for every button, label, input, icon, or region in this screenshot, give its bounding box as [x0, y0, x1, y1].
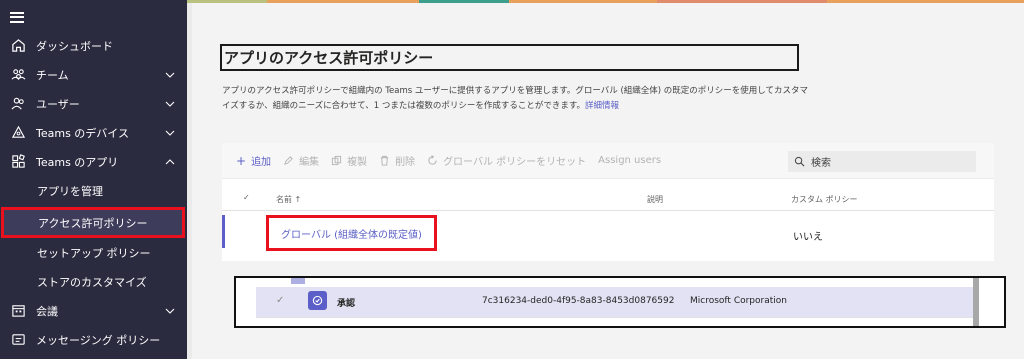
edit-button[interactable]: 編集 — [283, 153, 319, 168]
add-button[interactable]: + 追加 — [236, 153, 272, 169]
policy-name-highlight: グローバル (組織全体の既定値) — [266, 215, 437, 251]
select-all-check[interactable]: ✓ — [243, 193, 250, 202]
sidebar: ダッシュボード チーム ユーザー Teams のデバイス Teams のアプリ … — [0, 0, 187, 359]
sidebar-item-setup-policies[interactable]: セットアップ ポリシー — [0, 238, 187, 267]
description-text: アプリのアクセス許可ポリシーで組織内の Teams ユーザーに提供するアプリを管… — [222, 86, 809, 111]
learn-more-link[interactable]: 詳細情報 — [585, 101, 619, 111]
reset-global-button[interactable]: グローバル ポリシーをリセット — [427, 153, 586, 168]
chevron-down-icon — [165, 72, 175, 78]
calendar-icon — [10, 303, 26, 319]
assign-users-button[interactable]: Assign users — [598, 155, 661, 166]
sidebar-item-teams-apps[interactable]: Teams のアプリ — [0, 147, 187, 176]
policies-card: + 追加 編集 複製 削除 グローバル ポリシーをリセット Assign use… — [222, 143, 994, 261]
chevron-down-icon — [165, 308, 175, 314]
search-input[interactable]: 検索 — [788, 151, 976, 172]
sidebar-item-teams[interactable]: チーム — [0, 60, 187, 89]
duplicate-button[interactable]: 複製 — [331, 153, 367, 168]
sidebar-item-label: ストアのカスタマイズ — [37, 275, 147, 289]
table-header: ✓ 名前 ↑ 説明 カスタム ポリシー — [222, 189, 994, 211]
duplicate-label: 複製 — [347, 157, 368, 168]
copy-icon — [331, 155, 342, 166]
policy-name-link[interactable]: グローバル (組織全体の既定値) — [281, 226, 422, 241]
trash-icon — [380, 155, 389, 166]
plus-icon: + — [236, 153, 247, 168]
sidebar-item-label: Teams のデバイス — [36, 126, 129, 140]
chevron-up-icon — [165, 158, 175, 165]
app-name: 承認 — [337, 299, 356, 309]
page-title-box: アプリのアクセス許可ポリシー — [220, 44, 799, 71]
page-title: アプリのアクセス許可ポリシー — [224, 49, 434, 67]
column-header-name[interactable]: 名前 ↑ — [276, 194, 301, 205]
apps-icon — [10, 154, 26, 170]
add-label: 追加 — [251, 157, 272, 168]
column-header-custom-policy[interactable]: カスタム ポリシー — [791, 194, 858, 205]
edit-label: 編集 — [299, 157, 320, 168]
sidebar-item-label: メッセージング ポリシー — [36, 333, 161, 347]
team-icon — [10, 67, 26, 83]
sidebar-item-label: Teams のアプリ — [36, 155, 119, 169]
sidebar-item-users[interactable]: ユーザー — [0, 89, 187, 118]
sidebar-item-label: セットアップ ポリシー — [37, 246, 151, 260]
sidebar-item-messaging-policies[interactable]: メッセージング ポリシー — [0, 325, 187, 354]
message-icon — [10, 332, 26, 348]
page-description: アプリのアクセス許可ポリシーで組織内の Teams ユーザーに提供するアプリを管… — [222, 84, 812, 114]
custom-policy-value: いいえ — [793, 232, 823, 243]
search-icon — [794, 156, 805, 167]
sidebar-item-meetings[interactable]: 会議 — [0, 296, 187, 325]
menu-button[interactable] — [0, 0, 187, 34]
assign-label: Assign users — [598, 155, 662, 166]
delete-button[interactable]: 削除 — [379, 153, 415, 168]
app-tab-indicator — [291, 278, 305, 284]
sidebar-item-manage-apps[interactable]: アプリを管理 — [0, 176, 187, 205]
approvals-app-icon — [308, 291, 327, 310]
row-check[interactable]: ✓ — [276, 295, 284, 306]
users-icon — [10, 96, 26, 112]
sidebar-item-label: アクセス許可ポリシー — [38, 216, 148, 230]
reset-label: グローバル ポリシーをリセット — [443, 157, 587, 168]
sidebar-item-label: 会議 — [36, 304, 58, 318]
sidebar-item-label: チーム — [36, 68, 69, 82]
app-list-inset: ✓ 承認 7c316234-ded0-4f95-8a83-8453d087659… — [234, 276, 1006, 328]
sidebar-item-label: アプリを管理 — [37, 184, 103, 198]
hamburger-icon — [10, 11, 24, 23]
pencil-icon — [284, 156, 293, 165]
column-header-description[interactable]: 説明 — [647, 194, 663, 205]
chevron-down-icon — [165, 130, 175, 136]
sidebar-item-devices[interactable]: Teams のデバイス — [0, 118, 187, 147]
row-selection-bar — [222, 215, 225, 248]
device-icon — [10, 125, 26, 141]
app-publisher: Microsoft Corporation — [690, 296, 787, 306]
reset-icon — [428, 155, 437, 165]
sidebar-item-store-customization[interactable]: ストアのカスタマイズ — [0, 267, 187, 296]
sidebar-item-label: ダッシュボード — [36, 39, 113, 53]
sidebar-item-label: ユーザー — [36, 97, 80, 111]
chevron-down-icon — [165, 101, 175, 107]
app-row[interactable]: ✓ 承認 7c316234-ded0-4f95-8a83-8453d087659… — [256, 287, 974, 317]
sidebar-item-permission-policies[interactable]: アクセス許可ポリシー — [1, 207, 185, 238]
delete-label: 削除 — [395, 157, 416, 168]
home-icon — [10, 38, 26, 54]
toolbar: + 追加 編集 複製 削除 グローバル ポリシーをリセット Assign use… — [222, 143, 994, 179]
table-row[interactable]: グローバル (組織全体の既定値) いいえ — [222, 213, 994, 251]
sidebar-item-dashboard[interactable]: ダッシュボード — [0, 31, 187, 60]
app-id: 7c316234-ded0-4f95-8a83-8453d0876592 — [482, 296, 675, 306]
search-placeholder: 検索 — [811, 158, 831, 169]
scrollbar[interactable] — [973, 278, 979, 326]
